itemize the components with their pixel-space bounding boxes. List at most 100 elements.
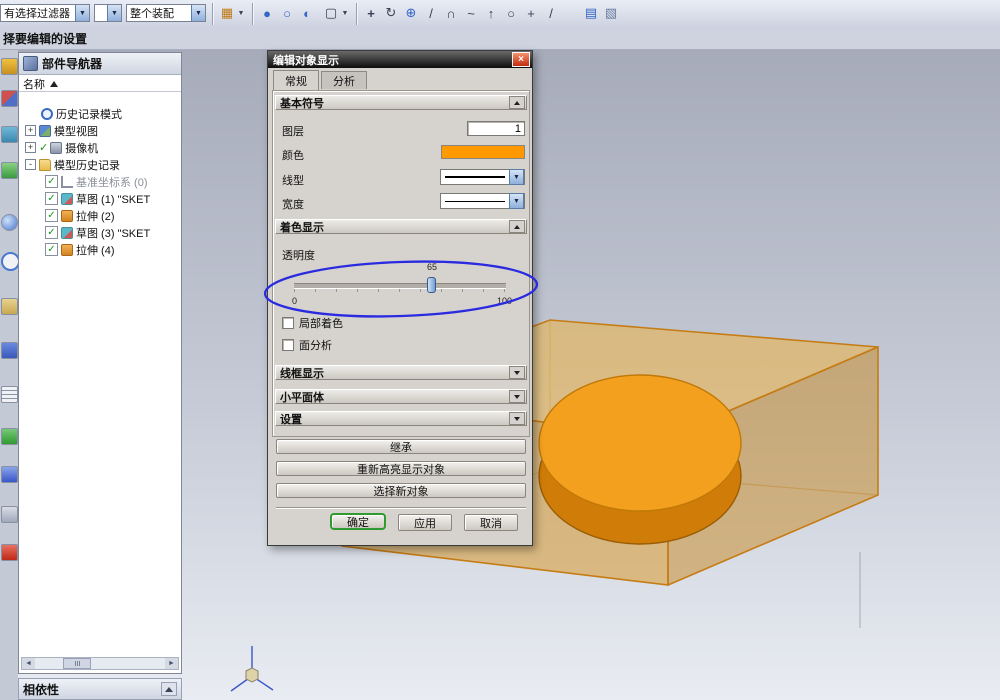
filter-mini-combo[interactable]: ▼ — [94, 4, 122, 22]
apply-button[interactable]: 应用 — [398, 514, 452, 531]
green2-tool-icon[interactable] — [1, 428, 18, 445]
pan-icon[interactable]: + — [362, 3, 380, 23]
cylinder-boss[interactable] — [538, 374, 742, 545]
inherit-button[interactable]: 继承 — [276, 439, 526, 454]
spline-tool-icon[interactable]: ~ — [462, 3, 480, 23]
checkbox-checked-icon[interactable]: ✓ — [45, 209, 58, 222]
clock-icon — [41, 107, 53, 120]
document-icon[interactable]: ▤ — [582, 3, 600, 23]
color-palette-icon[interactable]: ▦ — [218, 3, 236, 23]
zoom-icon[interactable]: ⊕ — [402, 3, 420, 23]
color-label: 颜色 — [282, 150, 304, 162]
tree-item-label: 拉伸 (2) — [76, 210, 115, 223]
linetype-combo[interactable]: ▼ — [440, 169, 525, 185]
color-swatch[interactable] — [441, 145, 525, 159]
orange-tool-icon[interactable] — [1, 58, 18, 75]
half-shade-view-icon[interactable]: ◐ — [298, 3, 316, 23]
arc-tool-icon[interactable]: ∩ — [442, 3, 460, 23]
tree-item-datum-csys[interactable]: ✓ 基准坐标系 (0) — [19, 173, 207, 190]
line-tool-icon[interactable]: / — [422, 3, 440, 23]
chevron-down-icon[interactable]: ▼ — [509, 193, 524, 209]
select-new-objects-button[interactable]: 选择新对象 — [276, 483, 526, 498]
section-shaded-display[interactable]: 着色显示 — [275, 219, 527, 234]
shaded-view-icon[interactable]: ● — [258, 3, 276, 23]
assembly-scope-combo[interactable]: 整个装配 ▼ — [126, 4, 206, 22]
tree-item-history-mode[interactable]: 历史记录模式 — [19, 105, 203, 122]
tab-general[interactable]: 常规 — [273, 70, 319, 90]
section-basic-symbols[interactable]: 基本符号 — [275, 95, 527, 110]
name-column-header[interactable]: 名称 — [19, 76, 181, 92]
expand-section-icon[interactable] — [509, 366, 525, 379]
chevron-down-icon[interactable]: ▼ — [191, 5, 205, 21]
tree-item-extrude-4[interactable]: ✓ 拉伸 (4) — [19, 241, 207, 258]
wireframe-view-icon[interactable]: ○ — [278, 3, 296, 23]
red-tool-icon[interactable] — [1, 544, 18, 561]
ok-button[interactable]: 确定 — [330, 513, 386, 530]
list-tool-icon[interactable] — [1, 386, 18, 403]
tree-item-model-views[interactable]: + 模型视图 — [19, 122, 187, 139]
chevron-down-icon[interactable]: ▼ — [75, 5, 89, 21]
chevron-down-icon[interactable]: ▼ — [107, 5, 121, 21]
face-analysis-checkbox[interactable] — [282, 339, 294, 351]
layer-label: 图层 — [282, 126, 304, 138]
transparency-slider-thumb[interactable] — [427, 277, 436, 293]
tan-tool-icon[interactable] — [1, 298, 18, 315]
arrow-tool-icon[interactable]: ↑ — [482, 3, 500, 23]
chevron-down-icon[interactable]: ▼ — [509, 169, 524, 185]
selection-rectangle-icon[interactable]: ▢ — [322, 3, 340, 23]
navigator-header[interactable]: 部件导航器 — [19, 53, 181, 75]
face-analysis-row: 面分析 — [282, 337, 332, 353]
expand-icon[interactable]: + — [25, 142, 36, 153]
dialog-titlebar[interactable]: 编辑对象显示 × — [268, 51, 532, 68]
tree-item-extrude-2[interactable]: ✓ 拉伸 (2) — [19, 207, 207, 224]
expand-section-icon[interactable] — [509, 390, 525, 403]
section-settings[interactable]: 设置 — [275, 411, 527, 426]
tab-analysis[interactable]: 分析 — [321, 71, 367, 89]
scrollbar-thumb[interactable] — [63, 658, 91, 669]
tree-item-sketch-3[interactable]: ✓ 草图 (3) "SKET — [19, 224, 207, 241]
multicolor-tool-icon[interactable] — [1, 90, 18, 107]
datum-cube-icon[interactable]: ▧ — [602, 3, 620, 23]
layer-input[interactable] — [467, 121, 525, 136]
section-facet-body[interactable]: 小平面体 — [275, 389, 527, 404]
scroll-right-icon[interactable]: ► — [165, 658, 178, 669]
section-wireframe-display[interactable]: 线框显示 — [275, 365, 527, 380]
tree-item-cameras[interactable]: + ✓ 摄像机 — [19, 139, 187, 156]
navy-tool-icon[interactable] — [1, 342, 18, 359]
collapse-section-icon[interactable] — [509, 96, 525, 109]
checkbox-checked-icon[interactable]: ✓ — [45, 175, 58, 188]
cylinder-top-face[interactable] — [538, 374, 742, 512]
point-tool-icon[interactable]: + — [522, 3, 540, 23]
checkbox-checked-icon[interactable]: ✓ — [45, 192, 58, 205]
tree-item-label: 基准坐标系 (0) — [76, 176, 148, 189]
partial-shading-checkbox[interactable] — [282, 317, 294, 329]
expand-panel-icon[interactable] — [161, 682, 177, 696]
green-tool-icon[interactable] — [1, 162, 18, 179]
blue-tool-icon[interactable] — [1, 126, 18, 143]
circle-tool-icon[interactable]: ○ — [502, 3, 520, 23]
sphere-tool-icon[interactable] — [1, 214, 18, 231]
selection-filter-combo[interactable]: 有选择过滤器 ▼ — [0, 4, 90, 22]
close-icon[interactable]: × — [512, 52, 530, 67]
gray-tool-icon[interactable] — [1, 506, 18, 523]
width-combo[interactable]: ▼ — [440, 193, 525, 209]
tree-item-sketch-1[interactable]: ✓ 草图 (1) "SKET — [19, 190, 207, 207]
expand-section-icon[interactable] — [509, 412, 525, 425]
rehighlight-objects-button[interactable]: 重新高亮显示对象 — [276, 461, 526, 476]
checkbox-checked-icon[interactable]: ✓ — [45, 226, 58, 239]
blue2-tool-icon[interactable] — [1, 466, 18, 483]
expand-icon[interactable]: + — [25, 125, 36, 136]
dependencies-panel-header[interactable]: 相依性 — [18, 678, 182, 700]
cancel-button[interactable]: 取消 — [464, 514, 518, 531]
side-toolbar — [0, 50, 20, 700]
collapse-section-icon[interactable] — [509, 220, 525, 233]
tree-item-model-history[interactable]: - 模型历史记录 — [19, 156, 187, 173]
scroll-left-icon[interactable]: ◄ — [22, 658, 35, 669]
checkbox-checked-icon[interactable]: ✓ — [45, 243, 58, 256]
rotate-view-icon[interactable]: ↻ — [382, 3, 400, 23]
slash-tool-icon[interactable]: / — [542, 3, 560, 23]
horizontal-scrollbar[interactable]: ◄ ► — [21, 657, 179, 670]
chevron-down-icon[interactable]: ▼ — [340, 3, 350, 23]
collapse-icon[interactable]: - — [25, 159, 36, 170]
chevron-down-icon[interactable]: ▼ — [236, 3, 246, 23]
